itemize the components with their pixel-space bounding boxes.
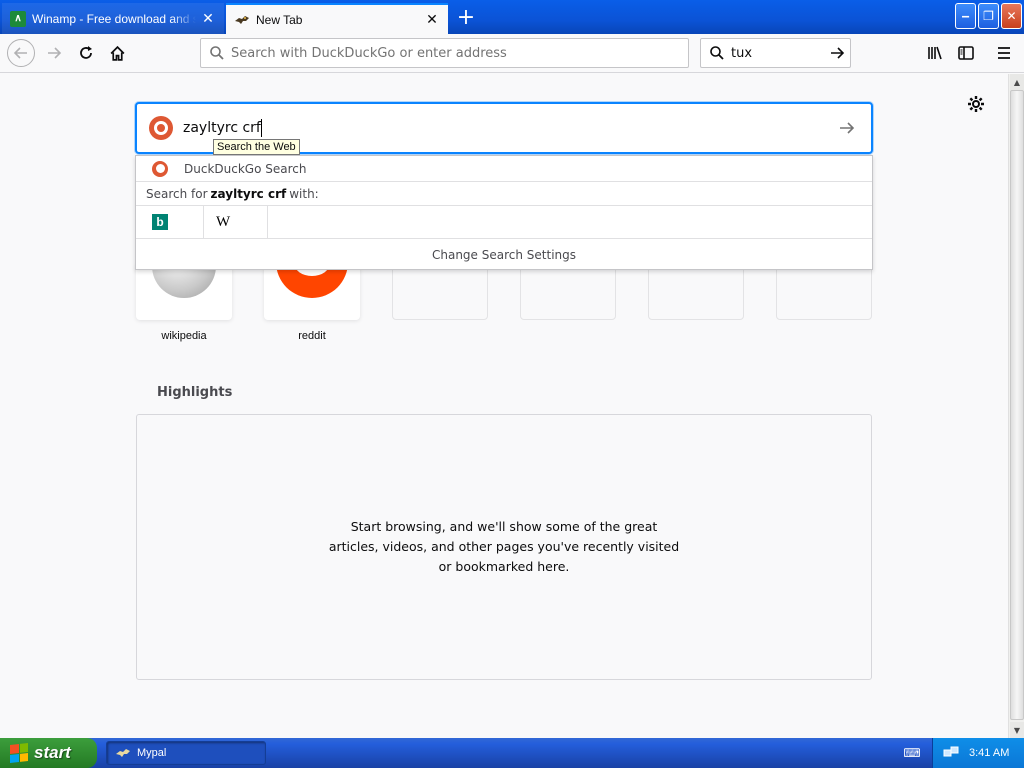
keyboard-icon[interactable]: ⌨ [903,746,920,760]
maximize-button[interactable]: ❐ [978,3,999,29]
tab-strip: ∧ Winamp - Free download and software ✕ … [0,0,1024,34]
search-query: zayltyrc crf [183,119,262,137]
top-site-empty [776,264,872,320]
tab-new-tab[interactable]: New Tab ✕ [226,3,448,34]
vertical-scrollbar[interactable]: ▲ ▼ [1008,74,1024,738]
search-bar[interactable]: tux [700,38,851,68]
forward-arrow-icon [48,47,62,59]
search-for-term: zayltyrc crf [210,186,287,201]
search-bar-value: tux [731,45,753,61]
suggestion-label: DuckDuckGo Search [184,161,307,176]
windows-logo-icon [10,743,28,763]
tab-close-icon[interactable]: ✕ [424,11,440,28]
close-window-button[interactable]: ✕ [1001,3,1022,29]
clock[interactable]: 3:41 AM [969,747,1009,759]
settings-button[interactable] [966,94,986,114]
home-button[interactable] [103,39,131,67]
top-site-label: wikipedia [161,330,207,342]
new-tab-button[interactable]: + [452,4,480,30]
reload-icon [80,46,92,59]
tab-label: New Tab [256,12,303,27]
highlights-empty-message: Start browsing, and we'll show some of t… [328,519,680,574]
start-label: start [34,743,71,762]
forward-button[interactable] [40,39,68,67]
newtab-page: zayltyrc crf Search the Web DuckDuckGo S… [0,74,1008,738]
library-button[interactable] [924,42,946,64]
top-site-reddit[interactable] [264,264,360,320]
gear-icon [968,96,984,112]
bing-icon: b [152,214,168,230]
tab-winamp[interactable]: ∧ Winamp - Free download and software ✕ [2,3,224,34]
arrow-right-icon [840,122,855,134]
mypal-icon [115,745,131,761]
mypal-icon [234,12,250,28]
search-tooltip: Search the Web [213,139,300,155]
start-button[interactable]: start [0,738,97,768]
scroll-down-arrow-icon[interactable]: ▼ [1010,722,1024,738]
taskbar-item-label: Mypal [137,747,167,759]
maximize-icon: ❐ [983,9,994,23]
suggestion-duckduckgo[interactable]: DuckDuckGo Search [136,156,872,182]
taskbar: start Mypal ⌨ 3:41 AM [0,738,1024,768]
system-tray: 3:41 AM [932,738,1024,768]
highlights-title: Highlights [157,385,233,400]
top-site-empty [520,264,616,320]
top-site-empty [648,264,744,320]
sidebar-button[interactable] [955,42,977,64]
reload-button[interactable] [72,39,100,67]
search-engine-list: b W [136,205,872,239]
minimize-button[interactable]: ‒ [955,3,976,29]
engine-bing-button[interactable]: b [152,205,204,239]
scroll-up-arrow-icon[interactable]: ▲ [1010,74,1024,90]
nav-toolbar: Search with DuckDuckGo or enter address … [0,34,1024,73]
minimize-icon: ‒ [961,9,970,23]
search-suggestions-dropdown: DuckDuckGo Search Search for zayltyrc cr… [135,155,873,270]
hamburger-menu-icon [998,47,1010,59]
tab-label: Winamp - Free download and software [32,11,196,26]
search-for-header: Search for zayltyrc crf with: [136,182,872,206]
search-submit-button[interactable] [837,118,857,143]
back-button[interactable] [7,39,35,67]
sidebar-icon [958,46,974,60]
change-search-settings-button[interactable]: Change Search Settings [136,239,872,270]
url-placeholder: Search with DuckDuckGo or enter address [231,45,507,61]
url-bar[interactable]: Search with DuckDuckGo or enter address [200,38,689,68]
scrollbar-thumb[interactable] [1010,90,1024,720]
tab-close-icon[interactable]: ✕ [200,10,216,27]
engine-wikipedia-button[interactable]: W [216,205,268,239]
search-go-button[interactable] [824,45,850,61]
highlights-section: Start browsing, and we'll show some of t… [136,414,872,680]
duckduckgo-icon [152,160,168,177]
search-for-suffix: with: [289,186,319,201]
top-site-empty [392,264,488,320]
search-for-prefix: Search for [146,186,208,201]
search-icon [210,46,224,60]
taskbar-item-mypal[interactable]: Mypal [106,741,266,765]
duckduckgo-icon [149,116,173,140]
library-icon [928,46,942,60]
wikipedia-icon: W [216,213,231,230]
top-site-label: reddit [298,330,326,342]
winamp-icon: ∧ [10,10,26,27]
top-site-wikipedia[interactable] [136,264,232,320]
arrow-right-icon [831,47,845,59]
network-icon[interactable] [943,745,959,761]
search-icon [710,46,724,60]
back-arrow-icon [13,47,27,59]
menu-button[interactable] [993,42,1015,64]
close-icon: ✕ [1006,9,1017,23]
home-icon [110,45,124,61]
